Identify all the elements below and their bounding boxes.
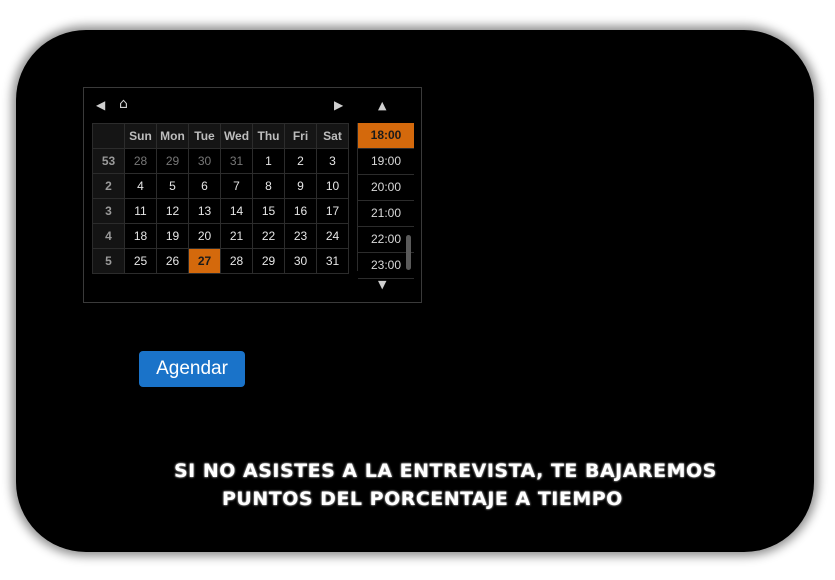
week-number: 4	[92, 223, 125, 249]
calendar-day[interactable]: 15	[252, 198, 285, 224]
weekday-header: Sat	[316, 123, 349, 149]
calendar-day[interactable]: 31	[316, 248, 349, 274]
calendar-week-row: 4 18 19 20 21 22 23 24	[92, 223, 349, 249]
weekday-header: Wed	[220, 123, 253, 149]
calendar-grid: Sun Mon Tue Wed Thu Fri Sat 53 28 29 30 …	[92, 123, 349, 274]
calendar-day[interactable]: 12	[156, 198, 189, 224]
weekday-header: Fri	[284, 123, 317, 149]
calendar-day[interactable]: 31	[220, 148, 253, 174]
calendar-day[interactable]: 6	[188, 173, 221, 199]
calendar-day[interactable]: 25	[124, 248, 157, 274]
calendar-day[interactable]: 2	[284, 148, 317, 174]
calendar-day[interactable]: 4	[124, 173, 157, 199]
calendar-day[interactable]: 28	[124, 148, 157, 174]
calendar-day[interactable]: 7	[220, 173, 253, 199]
week-number: 3	[92, 198, 125, 224]
weekday-header: Mon	[156, 123, 189, 149]
calendar-day[interactable]: 13	[188, 198, 221, 224]
calendar-day[interactable]: 14	[220, 198, 253, 224]
weekday-header-row: Sun Mon Tue Wed Thu Fri Sat	[92, 123, 349, 149]
week-number: 5	[92, 248, 125, 274]
time-option[interactable]: 21:00	[358, 201, 414, 227]
calendar-day[interactable]: 26	[156, 248, 189, 274]
weekday-header: Tue	[188, 123, 221, 149]
calendar-day[interactable]: 9	[284, 173, 317, 199]
calendar-day[interactable]: 29	[156, 148, 189, 174]
week-number: 2	[92, 173, 125, 199]
datetime-picker: ◀ ⌂ ▶ ▲ Sun Mon Tue Wed Thu Fri Sat 53 2…	[83, 87, 422, 303]
week-number-header	[92, 123, 125, 149]
calendar-week-row: 5 25 26 27 28 29 30 31	[92, 248, 349, 274]
calendar-day[interactable]: 19	[156, 223, 189, 249]
calendar-day[interactable]: 17	[316, 198, 349, 224]
prev-month-icon[interactable]: ◀	[96, 98, 105, 112]
weekday-header: Sun	[124, 123, 157, 149]
time-option[interactable]: 19:00	[358, 149, 414, 175]
time-list-scrollbar[interactable]	[406, 235, 411, 270]
calendar-day[interactable]: 20	[188, 223, 221, 249]
calendar-day[interactable]: 3	[316, 148, 349, 174]
time-scroll-down-icon[interactable]: ▼	[378, 278, 386, 292]
calendar-day[interactable]: 29	[252, 248, 285, 274]
time-option[interactable]: 20:00	[358, 175, 414, 201]
calendar-day[interactable]: 28	[220, 248, 253, 274]
calendar-day[interactable]: 10	[316, 173, 349, 199]
calendar-day[interactable]: 24	[316, 223, 349, 249]
calendar-day[interactable]: 30	[188, 148, 221, 174]
calendar-day[interactable]: 18	[124, 223, 157, 249]
time-option-selected[interactable]: 18:00	[358, 123, 414, 149]
warning-text-line-2: PUNTOS DEL PORCENTAJE A TIEMPO	[222, 488, 623, 510]
calendar-day[interactable]: 1	[252, 148, 285, 174]
calendar-week-row: 53 28 29 30 31 1 2 3	[92, 148, 349, 174]
calendar-week-row: 2 4 5 6 7 8 9 10	[92, 173, 349, 199]
home-icon[interactable]: ⌂	[119, 97, 128, 111]
warning-text-line-1: SI NO ASISTES A LA ENTREVISTA, TE BAJARE…	[174, 460, 717, 482]
calendar-day[interactable]: 30	[284, 248, 317, 274]
calendar-day[interactable]: 16	[284, 198, 317, 224]
next-month-icon[interactable]: ▶	[334, 98, 343, 112]
time-scroll-up-icon[interactable]: ▲	[378, 99, 386, 113]
calendar-day[interactable]: 8	[252, 173, 285, 199]
weekday-header: Thu	[252, 123, 285, 149]
week-number: 53	[92, 148, 125, 174]
calendar-week-row: 3 11 12 13 14 15 16 17	[92, 198, 349, 224]
calendar-day[interactable]: 21	[220, 223, 253, 249]
calendar-day[interactable]: 23	[284, 223, 317, 249]
calendar-day[interactable]: 22	[252, 223, 285, 249]
schedule-button[interactable]: Agendar	[139, 351, 245, 387]
calendar-day[interactable]: 5	[156, 173, 189, 199]
calendar-day[interactable]: 11	[124, 198, 157, 224]
calendar-day-selected[interactable]: 27	[188, 248, 221, 274]
